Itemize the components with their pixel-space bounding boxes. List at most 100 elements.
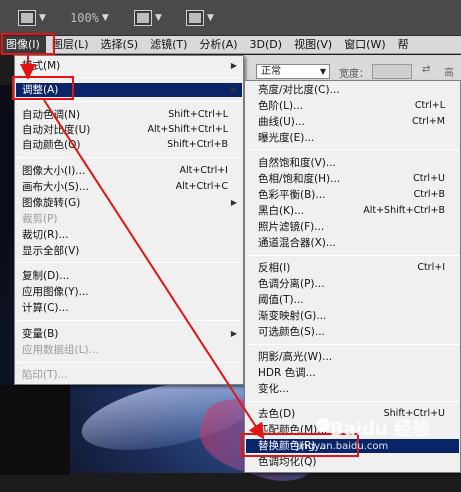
separator	[17, 157, 241, 158]
menu-item-black-white[interactable]: 黑白(K)... Alt+Shift+Ctrl+B	[246, 204, 459, 218]
separator	[17, 320, 241, 321]
menu-item-channel-mixer[interactable]: 通道混合器(X)...	[246, 236, 459, 250]
menu-image[interactable]: 图像(I)	[0, 35, 46, 54]
menu-item-label: 曝光度(E)...	[258, 132, 315, 144]
menu-item-label: 色调分离(P)...	[258, 278, 325, 290]
menu-item-label: 图像旋转(G)	[22, 197, 81, 209]
menu-item-label: 可选颜色(S)...	[258, 326, 325, 338]
menu-item-gradient-map[interactable]: 渐变映射(G)...	[246, 309, 459, 323]
menu-item-shadows-highlights[interactable]: 阴影/高光(W)...	[246, 350, 459, 364]
menu-item-exposure[interactable]: 曝光度(E)...	[246, 131, 459, 145]
menu-3d[interactable]: 3D(D)	[244, 36, 289, 54]
menu-item-label: 计算(C)...	[22, 302, 69, 314]
menu-item-label: 调整(A)	[22, 84, 59, 96]
menu-item-trap: 陷印(T)...	[16, 368, 242, 382]
shortcut-text: Alt+Ctrl+I	[179, 165, 229, 176]
menu-item-reveal-all[interactable]: 显示全部(V)	[16, 244, 242, 258]
menu-item-hue-saturation[interactable]: 色相/饱和度(H)... Ctrl+U	[246, 172, 459, 186]
separator	[17, 77, 241, 78]
menu-item-label: 色相/饱和度(H)...	[258, 173, 341, 185]
separator	[17, 101, 241, 102]
menu-select[interactable]: 选择(S)	[95, 36, 145, 54]
menu-analysis[interactable]: 分析(A)	[193, 36, 243, 54]
menu-item-label: HDR 色调...	[258, 367, 316, 379]
width-input[interactable]	[372, 64, 412, 79]
swap-icon[interactable]: ⇄	[422, 64, 430, 75]
menu-item-label: 色阶(L)...	[258, 100, 304, 112]
chevron-down-icon: ▼	[319, 67, 326, 76]
menu-item-label: 曲线(U)...	[258, 116, 305, 128]
menu-filter[interactable]: 滤镜(T)	[144, 36, 193, 54]
menu-item-label: 阴影/高光(W)...	[258, 351, 333, 363]
shortcut-text: Shift+Ctrl+B	[167, 139, 228, 150]
menu-item-threshold[interactable]: 阈值(T)...	[246, 293, 459, 307]
zoom-level: 100%	[70, 11, 99, 25]
menu-item-invert[interactable]: 反相(I) Ctrl+I	[246, 261, 459, 275]
top-toolbar: ▼ 100% ▼ ▼ ▼	[0, 0, 461, 36]
menu-item-label: 渐变映射(G)...	[258, 310, 327, 322]
menu-item-label: 自动颜色(O)	[22, 139, 81, 151]
menu-item-label: 裁切(R)...	[22, 229, 69, 241]
menu-item-posterize[interactable]: 色调分离(P)...	[246, 277, 459, 291]
menu-item-label: 亮度/对比度(C)...	[258, 84, 340, 96]
separator	[247, 401, 458, 402]
menu-item-auto-color[interactable]: 自动颜色(O) Shift+Ctrl+B	[16, 138, 242, 152]
menu-view[interactable]: 视图(V)	[288, 36, 338, 54]
menu-window[interactable]: 窗口(W)	[338, 36, 391, 54]
menu-item-label: 去色(D)	[258, 408, 296, 420]
menu-item-label: 反相(I)	[258, 262, 291, 274]
menu-item-label: 应用数据组(L)...	[22, 344, 99, 356]
separator	[17, 262, 241, 263]
menu-item-vibrance[interactable]: 自然饱和度(V)...	[246, 156, 459, 170]
menu-item-hdr-toning[interactable]: HDR 色调...	[246, 366, 459, 380]
canvas-shadow	[0, 385, 70, 475]
menu-item-color-balance[interactable]: 色彩平衡(B)... Ctrl+B	[246, 188, 459, 202]
menu-item-selective-color[interactable]: 可选颜色(S)...	[246, 325, 459, 339]
shortcut-text: Ctrl+B	[413, 189, 445, 200]
menu-item-label: 模式(M)	[22, 60, 61, 72]
menu-item-apply-image[interactable]: 应用图像(Y)...	[16, 285, 242, 299]
menu-item-label: 变化...	[258, 383, 290, 395]
menu-item-label: 复制(D)...	[22, 270, 70, 282]
menu-item-label: 显示全部(V)	[22, 245, 80, 257]
menu-item-calculations[interactable]: 计算(C)...	[16, 301, 242, 315]
menu-item-label: 图像大小(I)...	[22, 165, 86, 177]
menu-item-image-size[interactable]: 图像大小(I)... Alt+Ctrl+I	[16, 164, 242, 178]
menu-item-duplicate[interactable]: 复制(D)...	[16, 269, 242, 283]
menu-item-adjustments[interactable]: 调整(A) ▶	[16, 83, 242, 97]
menu-item-auto-tone[interactable]: 自动色调(N) Shift+Ctrl+L	[16, 108, 242, 122]
menu-layer[interactable]: 图层(L)	[46, 36, 95, 54]
zoom-dropdown[interactable]: 100% ▼	[70, 8, 109, 28]
arrange-button[interactable]: ▼	[186, 8, 214, 28]
menu-item-levels[interactable]: 色阶(L)... Ctrl+L	[246, 99, 459, 113]
menu-item-crop: 裁剪(P)	[16, 212, 242, 226]
menu-item-image-rotation[interactable]: 图像旋转(G) ▶	[16, 196, 242, 210]
menu-item-variables[interactable]: 变量(B) ▶	[16, 327, 242, 341]
menu-item-canvas-size[interactable]: 画布大小(S)... Alt+Ctrl+C	[16, 180, 242, 194]
shortcut-text: Ctrl+U	[413, 173, 445, 184]
watermark-brand: Baidu 经验	[330, 419, 431, 440]
blend-mode-select[interactable]: 正常 ▼	[256, 64, 330, 79]
view-layout-button[interactable]: ▼	[134, 8, 162, 28]
shortcut-text: Alt+Ctrl+C	[175, 181, 228, 192]
film-icon-button[interactable]: ▼	[18, 8, 46, 28]
menu-item-variations[interactable]: 变化...	[246, 382, 459, 396]
menu-item-apply-data-set: 应用数据组(L)...	[16, 343, 242, 357]
menu-item-curves[interactable]: 曲线(U)... Ctrl+M	[246, 115, 459, 129]
menu-item-label: 通道混合器(X)...	[258, 237, 336, 249]
menu-item-label: 自然饱和度(V)...	[258, 157, 336, 169]
menu-help[interactable]: 帮	[392, 36, 415, 54]
menu-item-auto-contrast[interactable]: 自动对比度(U) Alt+Shift+Ctrl+L	[16, 123, 242, 137]
shortcut-text: Shift+Ctrl+L	[168, 109, 228, 120]
menu-item-label: 画布大小(S)...	[22, 181, 89, 193]
shortcut-text: Ctrl+L	[414, 100, 445, 111]
chevron-down-icon: ▼	[207, 13, 214, 23]
menu-item-brightness-contrast[interactable]: 亮度/对比度(C)...	[246, 83, 459, 97]
menu-item-mode[interactable]: 模式(M) ▶	[16, 59, 242, 73]
separator	[17, 362, 241, 363]
menu-item-trim[interactable]: 裁切(R)...	[16, 228, 242, 242]
chevron-right-icon: ▶	[230, 329, 237, 338]
menu-item-label: 应用图像(Y)...	[22, 286, 89, 298]
menu-item-photo-filter[interactable]: 照片滤镜(F)...	[246, 220, 459, 234]
menu-item-equalize[interactable]: 色调均化(Q)	[246, 455, 459, 469]
